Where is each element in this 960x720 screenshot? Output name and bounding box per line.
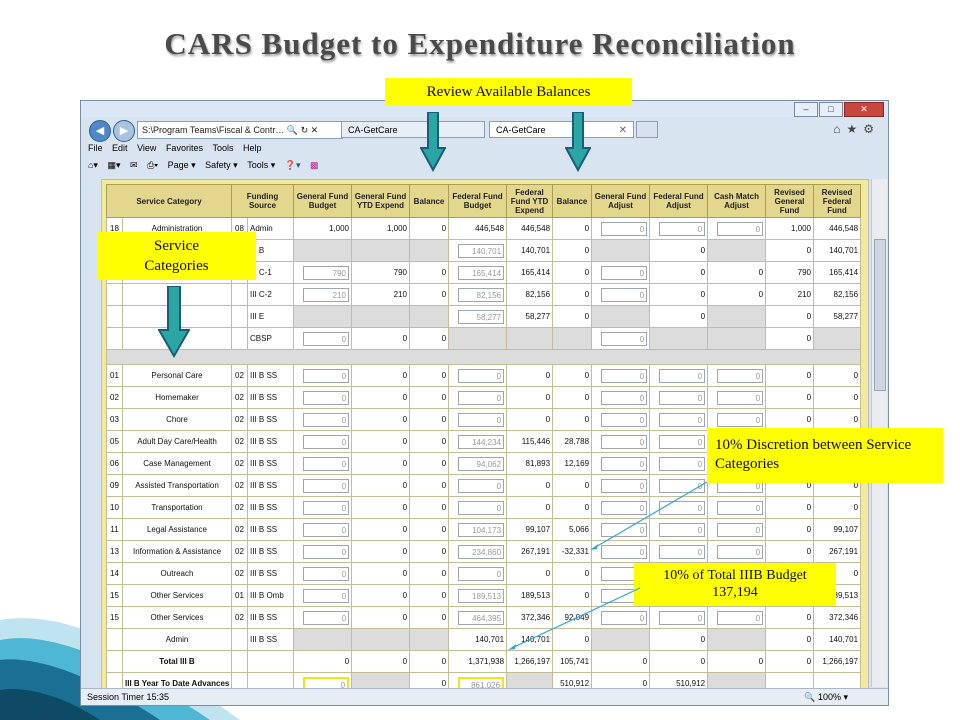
pointer-lines — [508, 481, 708, 650]
